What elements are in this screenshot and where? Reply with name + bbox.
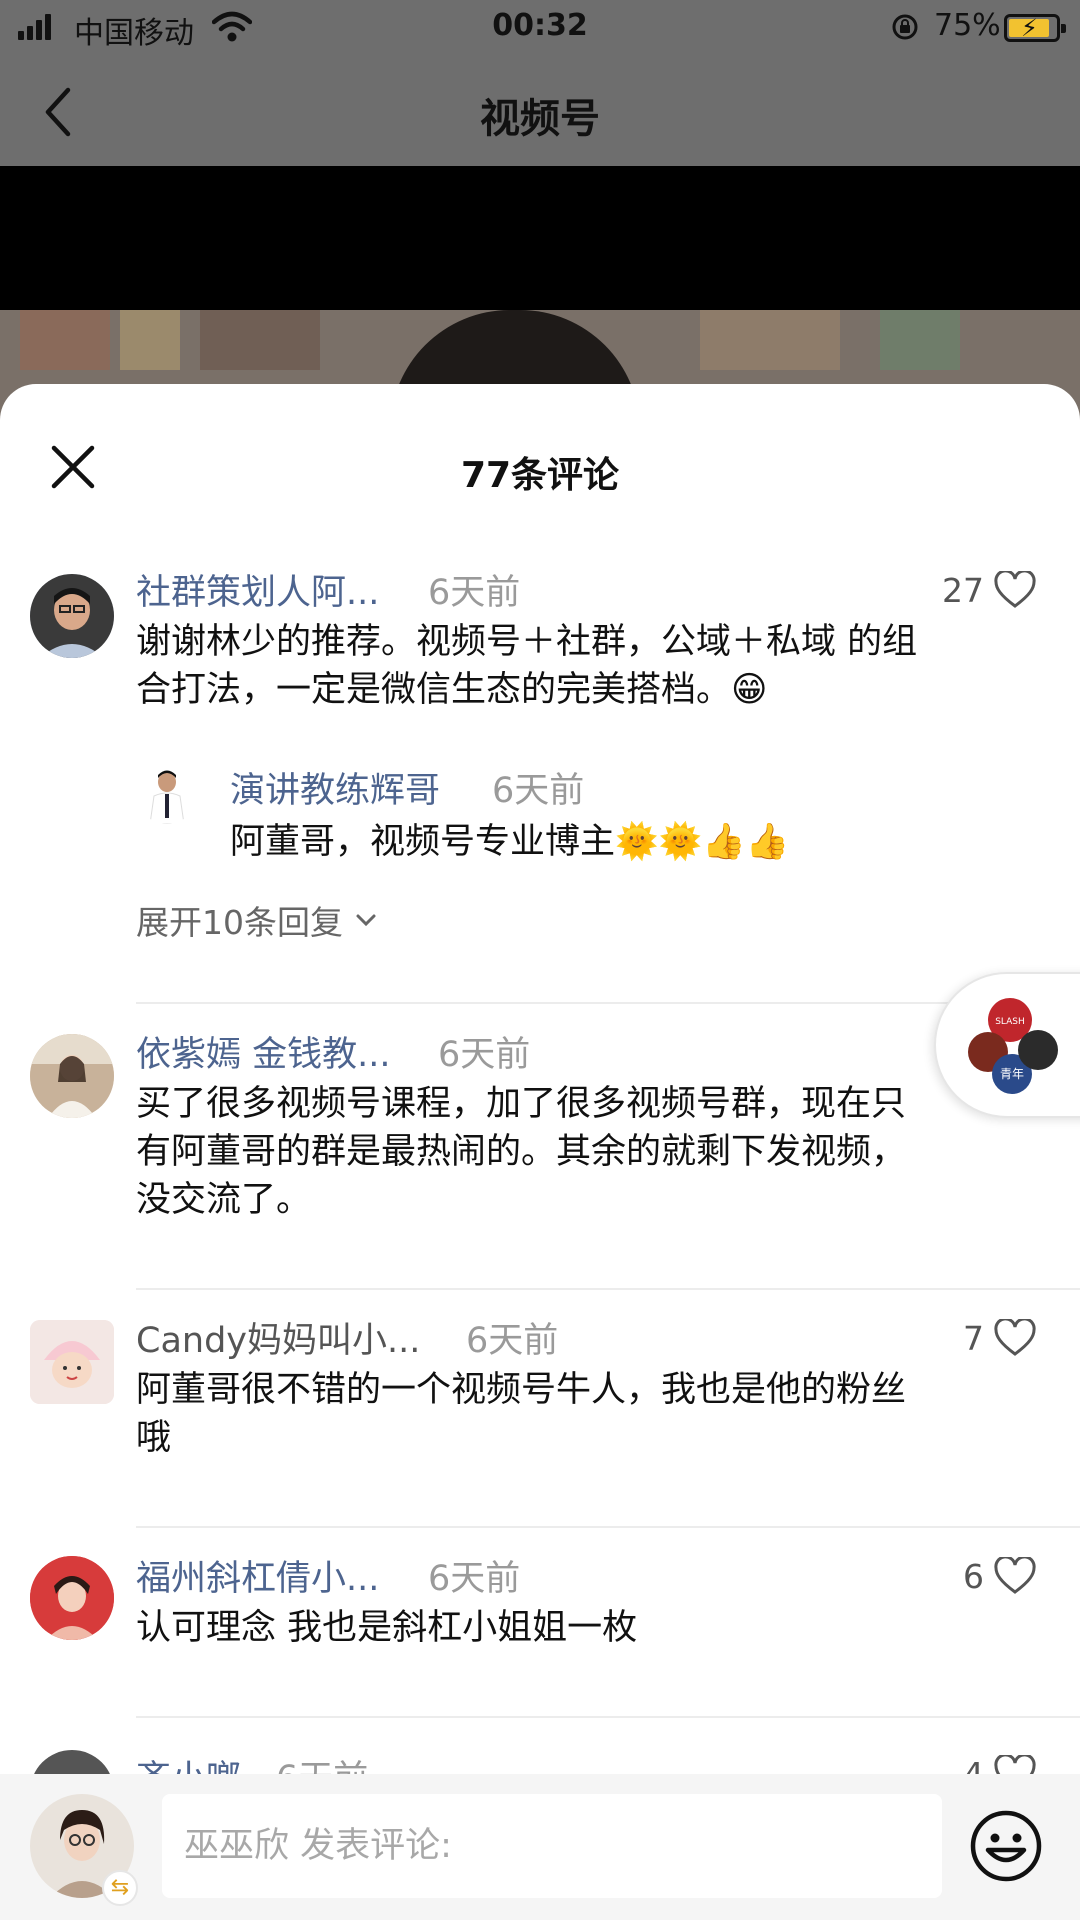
- reply-text: 阿董哥，视频号专业博主🌞🌞👍👍: [230, 822, 790, 862]
- svg-text:SLASH: SLASH: [995, 1017, 1025, 1027]
- comment-time: 6天前: [428, 573, 521, 613]
- rotation-lock-icon: [892, 14, 918, 40]
- slash-logo-icon: SLASH 青年: [968, 998, 1058, 1094]
- divider: [136, 1716, 1080, 1718]
- comment-item[interactable]: 依紫嫣 金钱教... 6天前 买了很多视频号课程，加了很多视频号群，现在只 有阿…: [0, 1034, 1080, 1234]
- comment-item[interactable]: 社群策划人阿... 6天前 27 谢谢林少的推荐。视频号＋社群，公域＋私域 的组…: [0, 554, 1080, 942]
- comment-input-bar: ⇆: [0, 1774, 1080, 1920]
- reply-avatar[interactable]: [136, 762, 198, 824]
- comment-text: 买了很多视频号课程，加了很多视频号群，现在只 有阿董哥的群是最热闹的。其余的就剩…: [136, 1084, 907, 1220]
- comment-time: 6天前: [428, 1559, 521, 1599]
- heart-icon: [994, 571, 1036, 608]
- comment-item[interactable]: Candy妈妈叫小... 6天前 7 阿董哥很不错的一个视频号牛人，我也是他的粉…: [0, 1319, 1080, 1480]
- avatar[interactable]: [30, 574, 114, 658]
- heart-icon: [994, 1319, 1036, 1356]
- comment-input[interactable]: [162, 1794, 942, 1898]
- like-count: 7: [963, 1318, 984, 1358]
- switch-identity-icon[interactable]: ⇆: [102, 1870, 138, 1906]
- reply-time: 6天前: [492, 771, 585, 811]
- divider: [136, 1526, 1080, 1528]
- like-button[interactable]: 7: [963, 1316, 1036, 1360]
- commenter-name[interactable]: 社群策划人阿...: [136, 564, 379, 615]
- like-count: 27: [942, 570, 984, 610]
- commenter-name[interactable]: 依紫嫣 金钱教...: [136, 1026, 391, 1077]
- avatar[interactable]: [30, 1556, 114, 1640]
- divider: [136, 1002, 1080, 1004]
- expand-replies-button[interactable]: 展开10条回复: [136, 896, 377, 944]
- comment-text: 谢谢林少的推荐。视频号＋社群，公域＋私域 的组 合打法，一定是微信生态的完美搭档…: [136, 622, 918, 710]
- like-button[interactable]: 6: [963, 1554, 1036, 1598]
- commenter-name[interactable]: Candy妈妈叫小...: [136, 1312, 420, 1363]
- video-letterbox: [0, 166, 1080, 310]
- emoji-icon[interactable]: [968, 1808, 1044, 1884]
- nav-bar: 视频号: [0, 56, 1080, 166]
- battery-icon: ⚡: [1004, 14, 1066, 42]
- expand-replies-label: 展开10条回复: [136, 903, 343, 942]
- comments-sheet: 77条评论 社群策划人阿... 6天前 27 谢谢林少的推荐。视频号＋社群，公域…: [0, 384, 1080, 1920]
- status-bar: 中国移动 00:32 75% ⚡: [0, 0, 1080, 56]
- comment-time: 6天前: [438, 1035, 531, 1075]
- avatar[interactable]: [30, 1320, 114, 1404]
- page-title: 视频号: [480, 96, 600, 142]
- like-count: 6: [963, 1556, 984, 1596]
- battery-percentage: 75%: [934, 8, 1001, 43]
- reply-name[interactable]: 演讲教练辉哥: [230, 762, 440, 813]
- svg-text:青年: 青年: [1000, 1067, 1024, 1081]
- divider: [136, 1288, 1080, 1290]
- floating-logo-button[interactable]: SLASH 青年: [934, 972, 1080, 1118]
- chevron-down-icon: [356, 914, 376, 927]
- comment-time: 6天前: [466, 1321, 559, 1361]
- comments-count-title: 77条评论: [460, 455, 620, 496]
- avatar[interactable]: [30, 1034, 114, 1118]
- comment-text: 认可理念 我也是斜杠小姐姐一枚: [136, 1608, 638, 1648]
- comment-item[interactable]: 福州斜杠倩小... 6天前 6 认可理念 我也是斜杠小姐姐一枚: [0, 1556, 1080, 1666]
- commenter-name[interactable]: 福州斜杠倩小...: [136, 1550, 379, 1601]
- comment-text: 阿董哥很不错的一个视频号牛人，我也是他的粉丝 哦: [136, 1370, 907, 1458]
- like-button[interactable]: 27: [942, 568, 1036, 612]
- heart-icon: [994, 1557, 1036, 1594]
